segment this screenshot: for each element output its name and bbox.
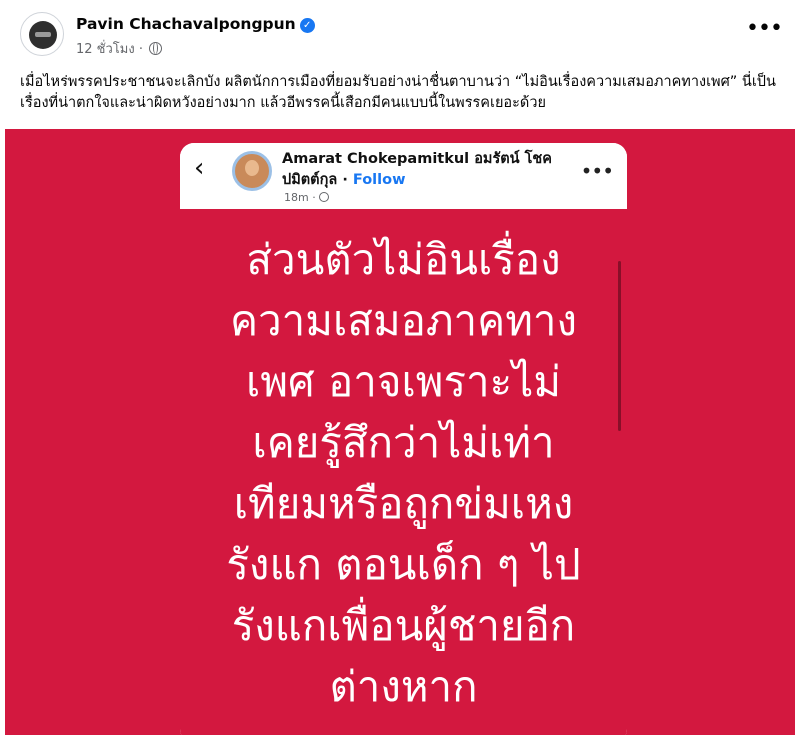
author-name[interactable]: Pavin Chachavalpongpun <box>76 15 296 33</box>
facebook-post: Pavin Chachavalpongpun ✓ 12 ชั่วโมง · •••… <box>0 0 800 735</box>
verified-badge-icon: ✓ <box>299 18 315 33</box>
globe-icon <box>149 42 163 55</box>
embedded-time: 18m <box>284 191 309 204</box>
post-meta: 12 ชั่วโมง · <box>76 38 163 59</box>
story-line: รังแก ตอนเด็ก ๆ ไป <box>226 540 581 589</box>
story-text: ส่วนตัวไม่อินเรื่อง ความเสมอภาคทาง เพศ อ… <box>180 229 627 717</box>
embedded-separator: · <box>342 172 348 188</box>
embedded-time-row: 18m · <box>284 191 330 204</box>
embedded-globe-icon <box>319 192 330 202</box>
story-line: ความเสมอภาคทาง <box>230 296 577 345</box>
embedded-more-icon: ••• <box>580 159 614 183</box>
story-line: เทียมหรือถูกข่มเหง <box>233 479 574 528</box>
post-image[interactable]: ‹ Amarat Chokepamitkul อมรัตน์ โชคปมิตต์… <box>5 129 795 735</box>
post-text: เมื่อไหร่พรรคประชาชนจะเลิกบัง ผลิตนักการ… <box>20 74 776 111</box>
text-story-background: ส่วนตัวไม่อินเรื่อง ความเสมอภาคทาง เพศ อ… <box>180 209 627 735</box>
author-avatar[interactable] <box>20 12 64 56</box>
meta-separator: · <box>138 42 143 57</box>
embedded-author-row: Amarat Chokepamitkul อมรัตน์ โชคปมิตต์กุ… <box>282 149 582 191</box>
story-line: เพศ อาจเพราะไม่ <box>245 357 562 406</box>
embedded-post-header: ‹ Amarat Chokepamitkul อมรัตน์ โชคปมิตต์… <box>180 143 627 205</box>
embedded-screenshot: ‹ Amarat Chokepamitkul อมรัตน์ โชคปมิตต์… <box>180 143 627 735</box>
story-line: ส่วนตัวไม่อินเรื่อง <box>246 235 561 284</box>
embedded-author-name: Amarat Chokepamitkul อมรัตน์ โชคปมิตต์กุ… <box>282 151 552 188</box>
post-header: Pavin Chachavalpongpun ✓ 12 ชั่วโมง · ••• <box>20 12 783 62</box>
story-line: รังแกเพื่อนผู้ชายอีก <box>231 601 576 650</box>
embedded-separator: · <box>312 191 316 204</box>
more-options-button[interactable]: ••• <box>746 18 783 46</box>
avatar-photo <box>29 21 57 49</box>
embedded-follow-link: Follow <box>352 172 406 188</box>
back-chevron-icon: ‹ <box>194 153 205 183</box>
story-line: เคยรู้สึกว่าไม่เท่า <box>252 418 555 467</box>
story-line: ต่างหาก <box>329 662 478 711</box>
author-name-row: Pavin Chachavalpongpun ✓ <box>76 15 315 33</box>
embedded-avatar <box>232 151 272 191</box>
post-time[interactable]: 12 ชั่วโมง <box>76 42 135 57</box>
